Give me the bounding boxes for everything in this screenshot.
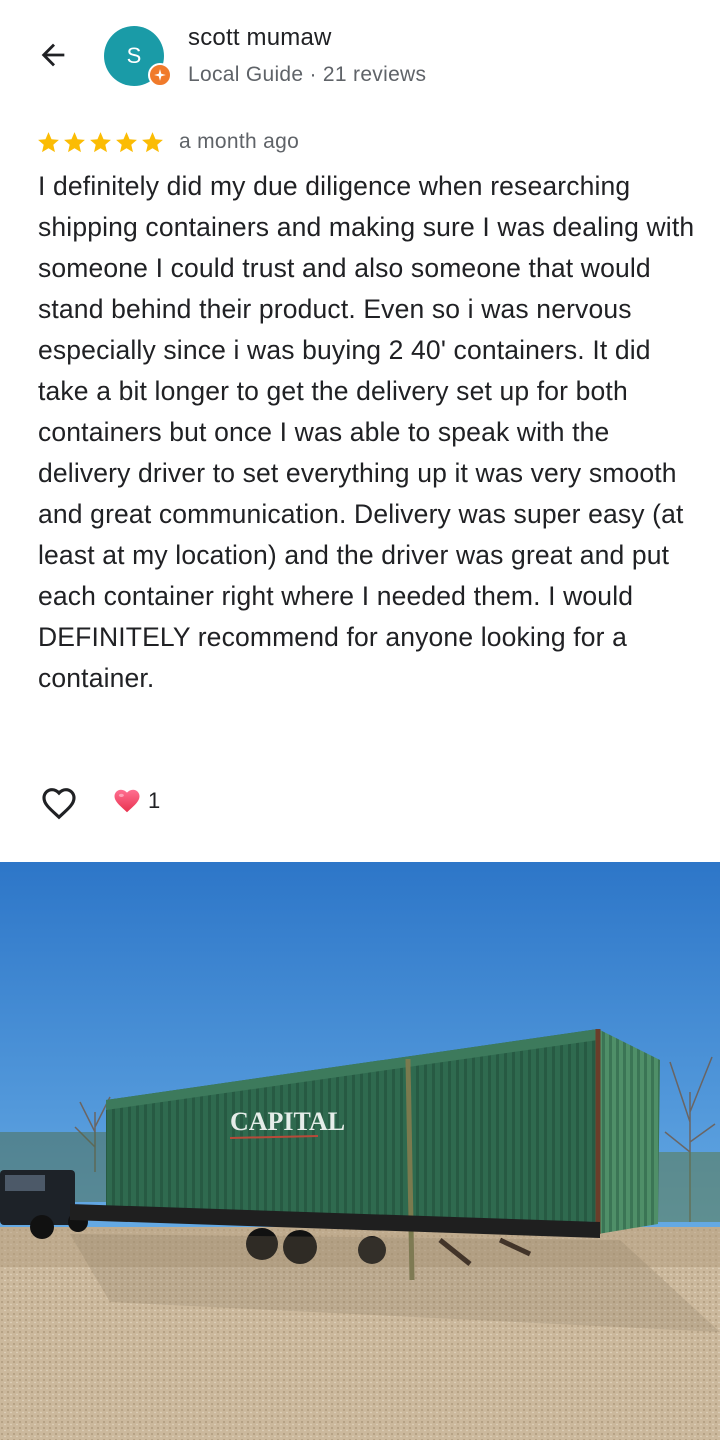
star-icon	[116, 131, 137, 152]
rating-row: a month ago	[36, 126, 299, 158]
star-icon	[90, 131, 111, 152]
star-icon	[38, 131, 59, 152]
author-meta: Local Guide · 21 reviews	[188, 63, 427, 86]
back-button[interactable]	[28, 30, 78, 80]
star-rating	[36, 130, 165, 155]
avatar-initial: S	[126, 43, 142, 68]
review-photo[interactable]: CAPITAL	[0, 862, 720, 1440]
star-icon	[64, 131, 85, 152]
review-time: a month ago	[179, 130, 300, 153]
author-name[interactable]: scott mumaw	[188, 24, 332, 52]
arrow-back-icon	[41, 43, 65, 67]
heart-filled-icon	[114, 789, 140, 813]
heart-outline-icon	[42, 788, 76, 820]
reaction-count: 1	[148, 788, 161, 813]
like-button[interactable]	[36, 780, 82, 826]
container-brand-text: CAPITAL	[230, 1107, 345, 1136]
local-guide-badge-icon	[148, 63, 172, 87]
review-text: I definitely did my due diligence when r…	[38, 171, 695, 693]
reaction-summary[interactable]: 1	[112, 786, 160, 816]
review-header: S scott mumaw Local Guide · 21 reviews	[0, 0, 720, 112]
star-icon	[142, 131, 163, 152]
